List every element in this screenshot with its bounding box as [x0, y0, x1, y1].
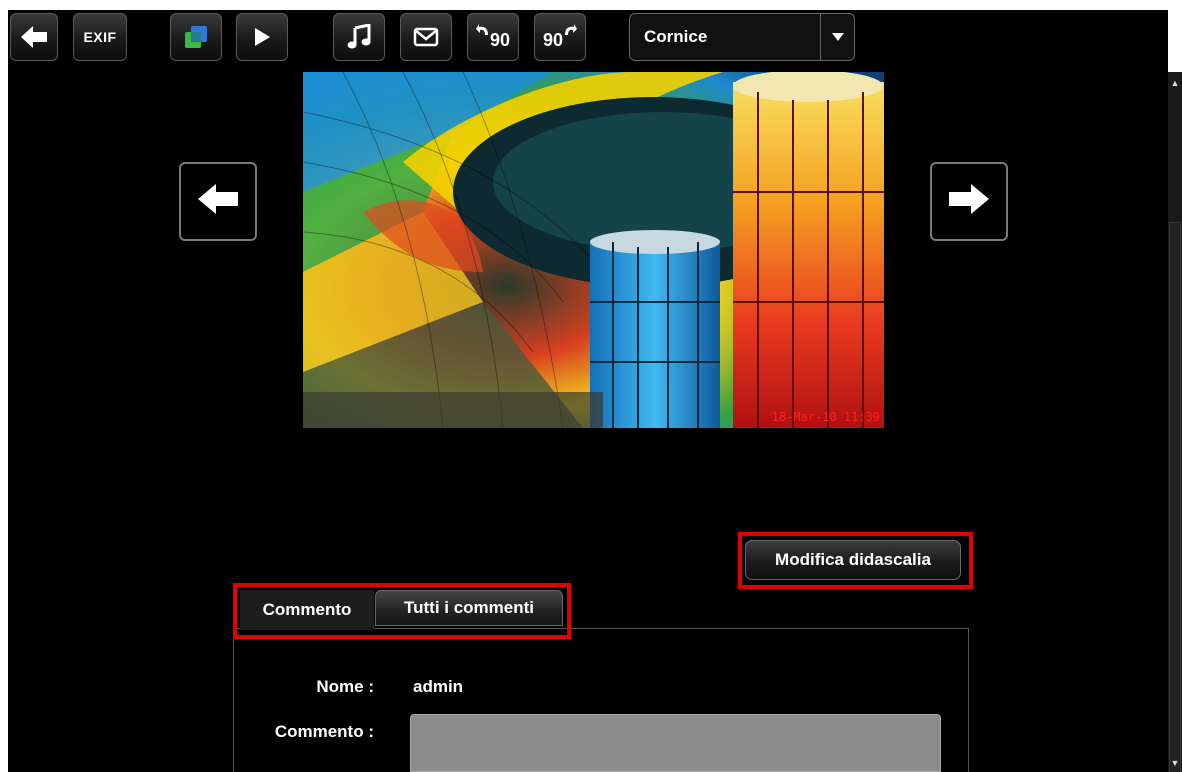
next-photo-button[interactable]	[930, 162, 1008, 241]
frame-select-value: Cornice	[644, 27, 708, 46]
exif-button[interactable]: EXIF	[73, 13, 127, 61]
comment-label: Commento :	[274, 722, 374, 741]
tab-comment[interactable]: Commento	[240, 590, 374, 630]
music-note-icon	[347, 24, 371, 50]
scroll-down-icon[interactable]: ▼	[1170, 758, 1180, 768]
edit-caption-button[interactable]: Modifica didascalia	[745, 540, 961, 580]
tab-all-comments[interactable]: Tutti i commenti	[375, 590, 563, 626]
exif-label: EXIF	[83, 29, 117, 45]
rotate-left-icon: 90	[475, 23, 511, 51]
email-button[interactable]	[400, 13, 452, 61]
window-left-edge	[0, 0, 8, 772]
rotate-right-icon: 90	[542, 23, 578, 51]
rotate-right-label: 90	[542, 30, 564, 50]
window-top-edge	[0, 0, 1182, 10]
slideshow-effect-button[interactable]	[170, 13, 222, 61]
rotate-left-label: 90	[489, 30, 511, 50]
scroll-up-icon[interactable]: ▲	[1170, 78, 1180, 88]
arrow-left-icon	[198, 184, 238, 219]
edit-caption-label: Modifica didascalia	[775, 550, 931, 569]
layers-icon	[183, 24, 209, 50]
vertical-scrollbar[interactable]: ▲ ▼	[1168, 72, 1182, 772]
back-arrow-icon	[21, 26, 47, 48]
previous-photo-button[interactable]	[179, 162, 257, 241]
name-label: Nome :	[316, 677, 374, 696]
music-button[interactable]	[333, 13, 385, 61]
frame-select[interactable]: Cornice	[629, 13, 855, 61]
chevron-down-icon[interactable]	[820, 14, 854, 60]
tab-comment-label: Commento	[262, 600, 352, 619]
tab-all-comments-label: Tutti i commenti	[403, 598, 534, 617]
back-button[interactable]	[10, 13, 58, 61]
envelope-icon	[413, 27, 439, 47]
name-value: admin	[413, 677, 464, 696]
comment-textarea[interactable]	[410, 714, 941, 772]
scrollbar-thumb[interactable]	[1169, 222, 1181, 772]
play-button[interactable]	[236, 13, 288, 61]
rotate-left-button[interactable]: 90	[467, 13, 519, 61]
arrow-right-icon	[949, 184, 989, 219]
photo-timestamp: 18-Mar-10 11:39	[771, 410, 880, 424]
rotate-right-button[interactable]: 90	[534, 13, 586, 61]
main-photo: 18-Mar-10 11:39	[303, 72, 884, 428]
play-icon	[253, 27, 271, 47]
